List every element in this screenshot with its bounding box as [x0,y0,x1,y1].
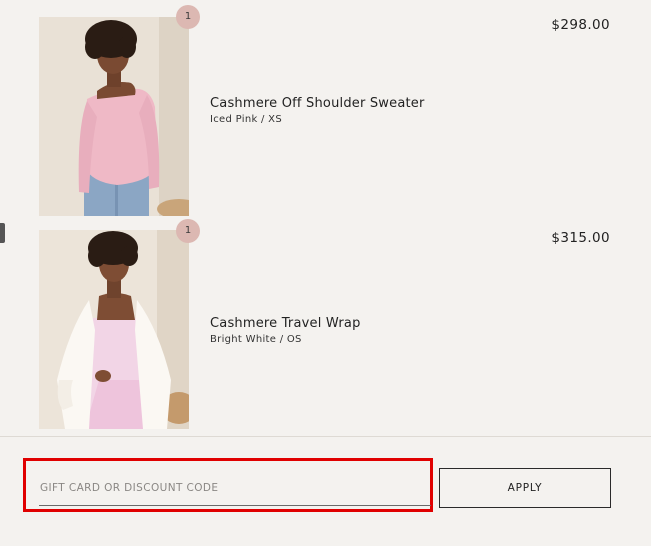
product-price: $315.00 [551,230,610,246]
product-info: Cashmere Travel Wrap Bright White / OS [210,316,490,345]
apply-discount-button[interactable]: APPLY [439,468,611,508]
order-summary-panel: 1 Cashmere Off Shoulder Sweater Iced Pin… [0,0,651,546]
section-divider [0,436,651,437]
product-image-wrap [39,230,189,429]
product-variant: Iced Pink / XS [210,114,282,125]
scroll-indicator[interactable] [0,223,5,243]
product-name: Cashmere Travel Wrap [210,316,361,331]
discount-code-input[interactable] [39,476,431,506]
product-image-sweater [39,17,189,216]
quantity-badge: 1 [176,5,200,29]
product-variant: Bright White / OS [210,334,302,345]
quantity-badge: 1 [176,219,200,243]
product-name: Cashmere Off Shoulder Sweater [210,96,425,111]
product-info: Cashmere Off Shoulder Sweater Iced Pink … [210,96,490,125]
cart-line-item: 1 Cashmere Off Shoulder Sweater Iced Pin… [39,5,651,216]
cart-line-item: 1 Cashmere Travel Wrap Bright White / OS… [39,219,651,429]
product-price: $298.00 [551,17,610,33]
